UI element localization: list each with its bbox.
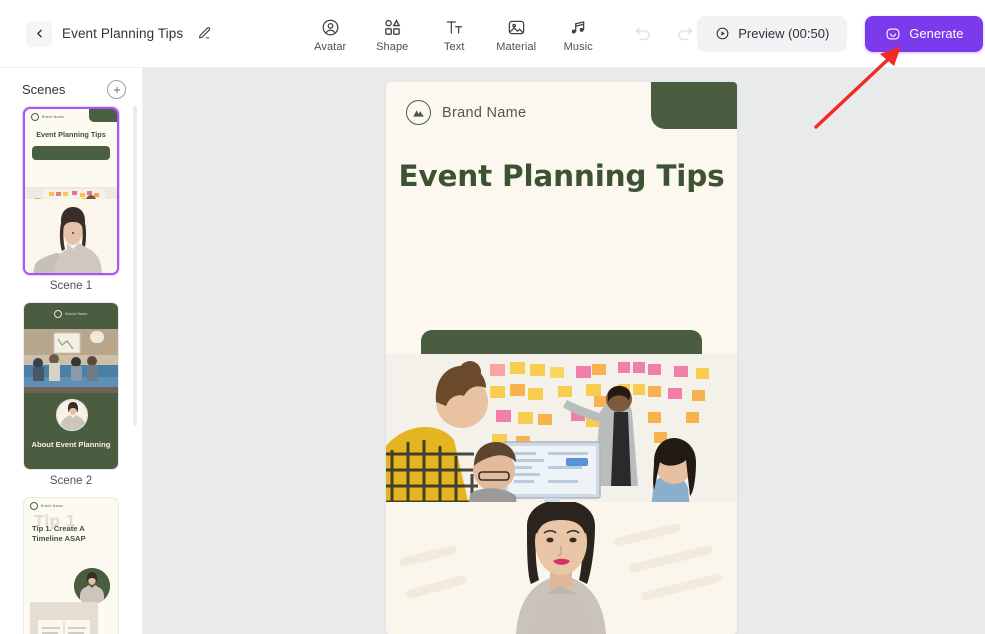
avatar-icon xyxy=(321,16,340,38)
undo-button[interactable] xyxy=(631,22,655,46)
material-image-icon xyxy=(507,16,526,38)
scene-item-2[interactable]: Brand Name About Event Planning Scene 2 xyxy=(0,302,142,491)
thumb2-brand-name: Brand Name xyxy=(65,312,88,316)
top-toolbar: Event Planning Tips Avatar Shape Text Ma… xyxy=(0,0,985,68)
tool-material[interactable]: Material xyxy=(485,14,547,53)
canvas-headline[interactable]: Event Planning Tips xyxy=(386,159,737,193)
thumb2-avatar-art xyxy=(57,400,87,430)
scenes-title: Scenes xyxy=(22,82,66,97)
thumb2-headline: About Event Planning xyxy=(31,440,111,449)
tool-shape-label: Shape xyxy=(376,41,409,53)
chevron-left-icon xyxy=(36,29,42,38)
thumb3-avatar-circle xyxy=(74,568,110,604)
generate-button[interactable]: Generate xyxy=(865,15,984,52)
slide-canvas[interactable]: Brand Name Event Planning Tips xyxy=(386,82,737,634)
thumb3-photo xyxy=(30,602,98,634)
scene-list: Brand Name Event Planning Tips Scene 1 B… xyxy=(0,107,142,634)
shape-icon xyxy=(383,16,402,38)
project-title: Event Planning Tips xyxy=(62,26,184,41)
thumb1-green-chip xyxy=(89,109,117,122)
thumb1-green-bar xyxy=(32,146,110,161)
toolbar-left-group: Event Planning Tips xyxy=(0,20,213,47)
thumb1-logo-icon xyxy=(31,113,39,121)
tool-shape[interactable]: Shape xyxy=(361,14,423,53)
tool-text[interactable]: Text xyxy=(423,14,485,53)
canvas-avatar-art xyxy=(386,502,737,634)
canvas-avatar[interactable] xyxy=(386,502,737,634)
canvas-brand-name: Brand Name xyxy=(442,104,527,121)
thumb1-avatar-art xyxy=(25,199,117,273)
preview-button[interactable]: Preview (00:50) xyxy=(697,15,848,52)
toolbar-tools-group: Avatar Shape Text Material Music xyxy=(299,14,609,53)
thumb1-headline: Event Planning Tips xyxy=(36,130,106,139)
scene-item-3[interactable]: Brand Name Tip 1 Tip 1. Create A Timelin… xyxy=(0,497,142,634)
history-group xyxy=(631,22,697,46)
pencil-glyph xyxy=(198,27,210,39)
thumb2-avatar-circle xyxy=(56,399,88,431)
scenes-header: Scenes xyxy=(0,68,142,107)
add-scene-button[interactable] xyxy=(107,80,126,99)
tool-material-label: Material xyxy=(496,41,537,53)
tool-avatar-label: Avatar xyxy=(314,41,347,53)
scene-label-1: Scene 1 xyxy=(49,280,93,292)
thumb3-avatar-art xyxy=(74,568,110,604)
app-root: Event Planning Tips Avatar Shape Text Ma… xyxy=(0,0,985,634)
scene-thumbnail-1[interactable]: Brand Name Event Planning Tips xyxy=(23,107,119,275)
thumb2-logo-icon xyxy=(54,310,63,318)
scene-thumbnail-2[interactable]: Brand Name About Event Planning xyxy=(23,302,119,470)
scenes-sidebar: Scenes Brand Name Event Planning Tips Sc… xyxy=(0,68,143,634)
mountain-circle-logo xyxy=(406,100,431,125)
generate-label: Generate xyxy=(909,26,964,41)
thumb3-brand-name: Brand Name xyxy=(41,504,64,508)
tool-music[interactable]: Music xyxy=(547,14,609,53)
thumb1-avatar xyxy=(25,199,117,273)
back-button[interactable] xyxy=(26,20,52,47)
thumb2-photo-art xyxy=(24,329,118,393)
scene-item-1[interactable]: Brand Name Event Planning Tips Scene 1 xyxy=(0,107,142,296)
thumb2-brand-row: Brand Name xyxy=(24,303,118,322)
thumb1-brand-name: Brand Name xyxy=(42,115,65,119)
thumb2-photo xyxy=(24,329,118,393)
music-note-icon xyxy=(569,16,588,38)
scene-thumbnail-3[interactable]: Brand Name Tip 1 Tip 1. Create A Timelin… xyxy=(23,497,119,634)
preview-label: Preview (00:50) xyxy=(738,26,830,41)
undo-arrow-icon xyxy=(636,27,651,40)
tool-text-label: Text xyxy=(443,41,465,53)
editor-stage: Brand Name Event Planning Tips xyxy=(143,68,985,634)
sidebar-scrollbar-thumb[interactable] xyxy=(133,106,137,426)
tool-avatar[interactable]: Avatar xyxy=(299,14,361,53)
thumb3-headline: Tip 1. Create A Timeline ASAP xyxy=(32,524,86,544)
text-icon xyxy=(445,16,464,38)
scene-label-2: Scene 2 xyxy=(49,475,93,487)
redo-arrow-icon xyxy=(678,27,693,40)
sparkle-smile-icon xyxy=(886,27,900,40)
pencil-icon[interactable] xyxy=(195,25,213,43)
tool-music-label: Music xyxy=(563,41,593,53)
mountain-glyph xyxy=(413,110,424,117)
play-circle-icon xyxy=(716,27,729,40)
redo-button[interactable] xyxy=(673,22,697,46)
plus-icon xyxy=(113,86,120,93)
toolbar-right-group: Preview (00:50) Generate xyxy=(697,15,985,52)
thumb3-logo-icon xyxy=(30,502,38,510)
thumb3-photo-art xyxy=(30,602,98,634)
canvas-green-block xyxy=(651,82,737,129)
